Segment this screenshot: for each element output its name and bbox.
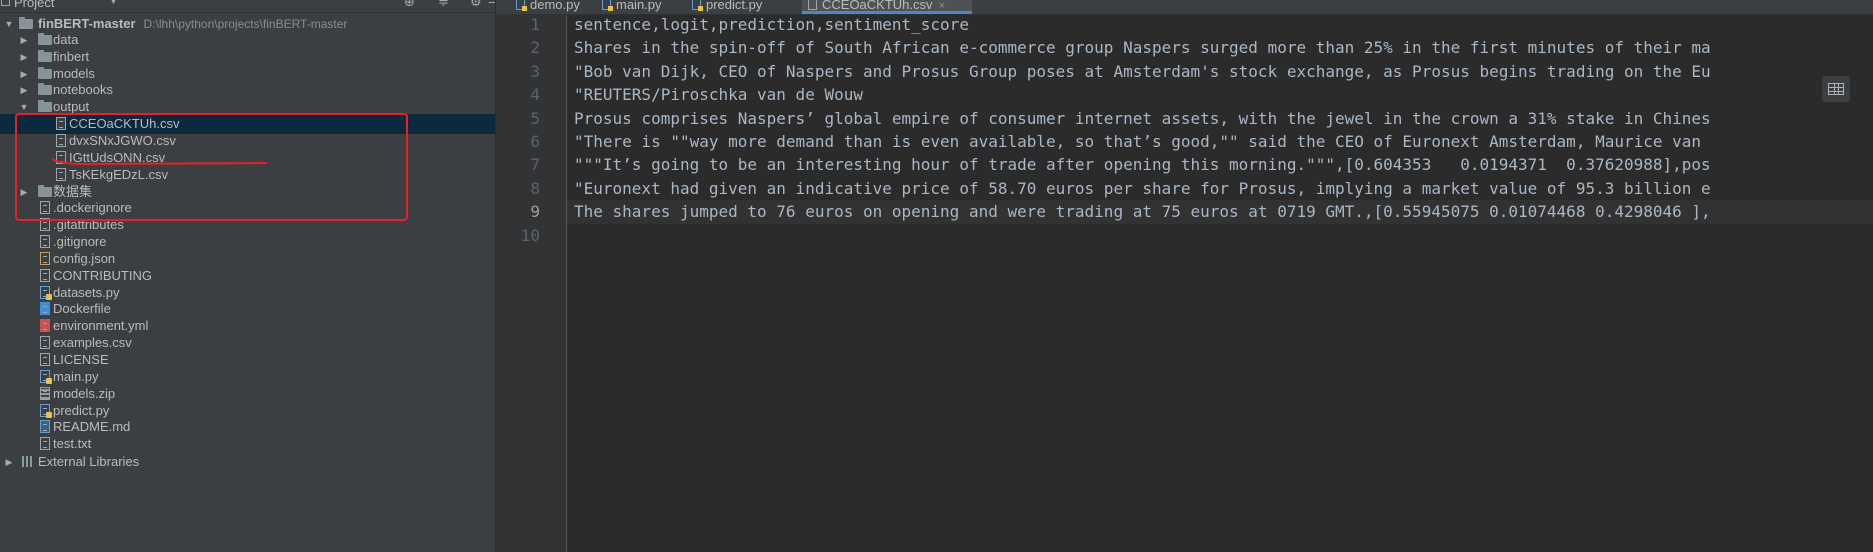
line-number: 10 — [520, 225, 540, 245]
line-number: 3 — [530, 61, 540, 81]
tab-label: demo.py — [530, 0, 580, 12]
table-view-icon[interactable] — [1822, 76, 1850, 102]
json-file-icon — [40, 251, 50, 265]
tab-demo-py[interactable]: demo.py — [510, 0, 596, 14]
chevron-right-icon[interactable]: ▶ — [3, 452, 15, 472]
tab-main-py[interactable]: main.py — [596, 0, 686, 14]
external-libraries-label: External Libraries — [38, 454, 140, 470]
zip-file-icon — [40, 386, 50, 400]
close-icon[interactable]: × — [939, 0, 945, 12]
line-number: 4 — [530, 85, 540, 105]
tab-label: predict.py — [706, 0, 763, 12]
project-icon — [1, 0, 10, 6]
py-file-icon — [692, 0, 703, 11]
root-name: finBERT-master — [38, 16, 136, 31]
line-number: 1 — [530, 15, 540, 34]
folder-icon — [19, 17, 33, 29]
gear-icon[interactable]: ⚙ — [470, 0, 482, 10]
chevron-down-icon[interactable]: ▼ — [110, 0, 117, 6]
project-tool-window: Project ▼ ⊕ ≑ ⚙ — ▼finBERT-masterD:\lhh\… — [0, 0, 496, 552]
tab-cceoacktuh-csv[interactable]: CCEOaCKTUh.csv × — [802, 0, 972, 14]
code-line[interactable] — [567, 224, 1873, 247]
project-panel-header: Project ▼ ⊕ ≑ ⚙ — — [0, 0, 495, 13]
locate-icon[interactable]: ⊕ — [404, 0, 415, 10]
py-file-icon — [40, 369, 52, 384]
docker-file-icon — [40, 302, 50, 316]
folder-icon — [38, 100, 52, 113]
library-icon — [22, 456, 34, 468]
text-file-icon — [40, 353, 50, 366]
code-line[interactable]: """It’s going to be an interesting hour … — [567, 153, 1873, 176]
folder-icon — [38, 32, 52, 45]
hide-icon[interactable]: — — [488, 0, 495, 10]
code-line[interactable]: "Euronext had given an indicative price … — [567, 177, 1873, 200]
line-number: 6 — [530, 132, 540, 151]
code-line[interactable]: The shares jumped to 76 euros on opening… — [567, 200, 1873, 224]
code-line[interactable]: Prosus comprises Naspers’ global empire … — [567, 107, 1873, 130]
line-number: 5 — [530, 108, 540, 128]
editor-tab-bar: demo.py main.py predict.py CCEOaCKTUh.csv × — [496, 0, 1873, 15]
code-line[interactable]: "There is ""way more demand than is even… — [567, 130, 1873, 153]
md-file-icon — [40, 420, 50, 434]
py-file-icon — [516, 0, 527, 11]
tab-label: main.py — [616, 0, 662, 12]
folder-icon — [38, 83, 52, 96]
csv-file-icon — [808, 0, 817, 10]
folder-icon — [38, 66, 52, 79]
line-number-gutter: 1 2 3 4 5 6 7 8 9 10 — [496, 15, 567, 552]
git-file-icon — [40, 235, 50, 249]
external-libraries-row[interactable]: ▶ External Libraries — [0, 452, 495, 472]
code-line[interactable]: "REUTERS/Piroschka van de Wouw — [567, 83, 1873, 106]
yml-file-icon — [40, 319, 50, 333]
text-file-icon — [40, 268, 50, 282]
tab-label: CCEOaCKTUh.csv — [822, 0, 933, 12]
code-line[interactable]: "Bob van Dijk, CEO of Naspers and Prosus… — [567, 60, 1873, 83]
line-number: 7 — [530, 155, 540, 175]
py-file-icon — [602, 0, 613, 11]
csv-editor[interactable]: sentence,logit,prediction,sentiment_scor… — [567, 15, 1873, 552]
tab-predict-py[interactable]: predict.py — [686, 0, 802, 14]
line-number: 2 — [530, 38, 540, 58]
folder-icon — [38, 49, 52, 62]
collapse-all-icon[interactable]: ≑ — [438, 0, 449, 10]
py-file-icon — [40, 403, 52, 418]
py-file-icon — [40, 285, 52, 300]
code-line[interactable]: Shares in the spin-off of South African … — [567, 36, 1873, 59]
text-file-icon — [40, 437, 50, 451]
line-number: 8 — [530, 178, 540, 198]
annotation-highlight-box — [15, 113, 408, 221]
annotation-underline — [52, 158, 267, 166]
code-line[interactable]: sentence,logit,prediction,sentiment_scor… — [567, 15, 1873, 36]
project-panel-title[interactable]: Project — [14, 0, 54, 10]
csv-file-icon — [40, 336, 50, 350]
line-number: 9 — [530, 202, 540, 222]
